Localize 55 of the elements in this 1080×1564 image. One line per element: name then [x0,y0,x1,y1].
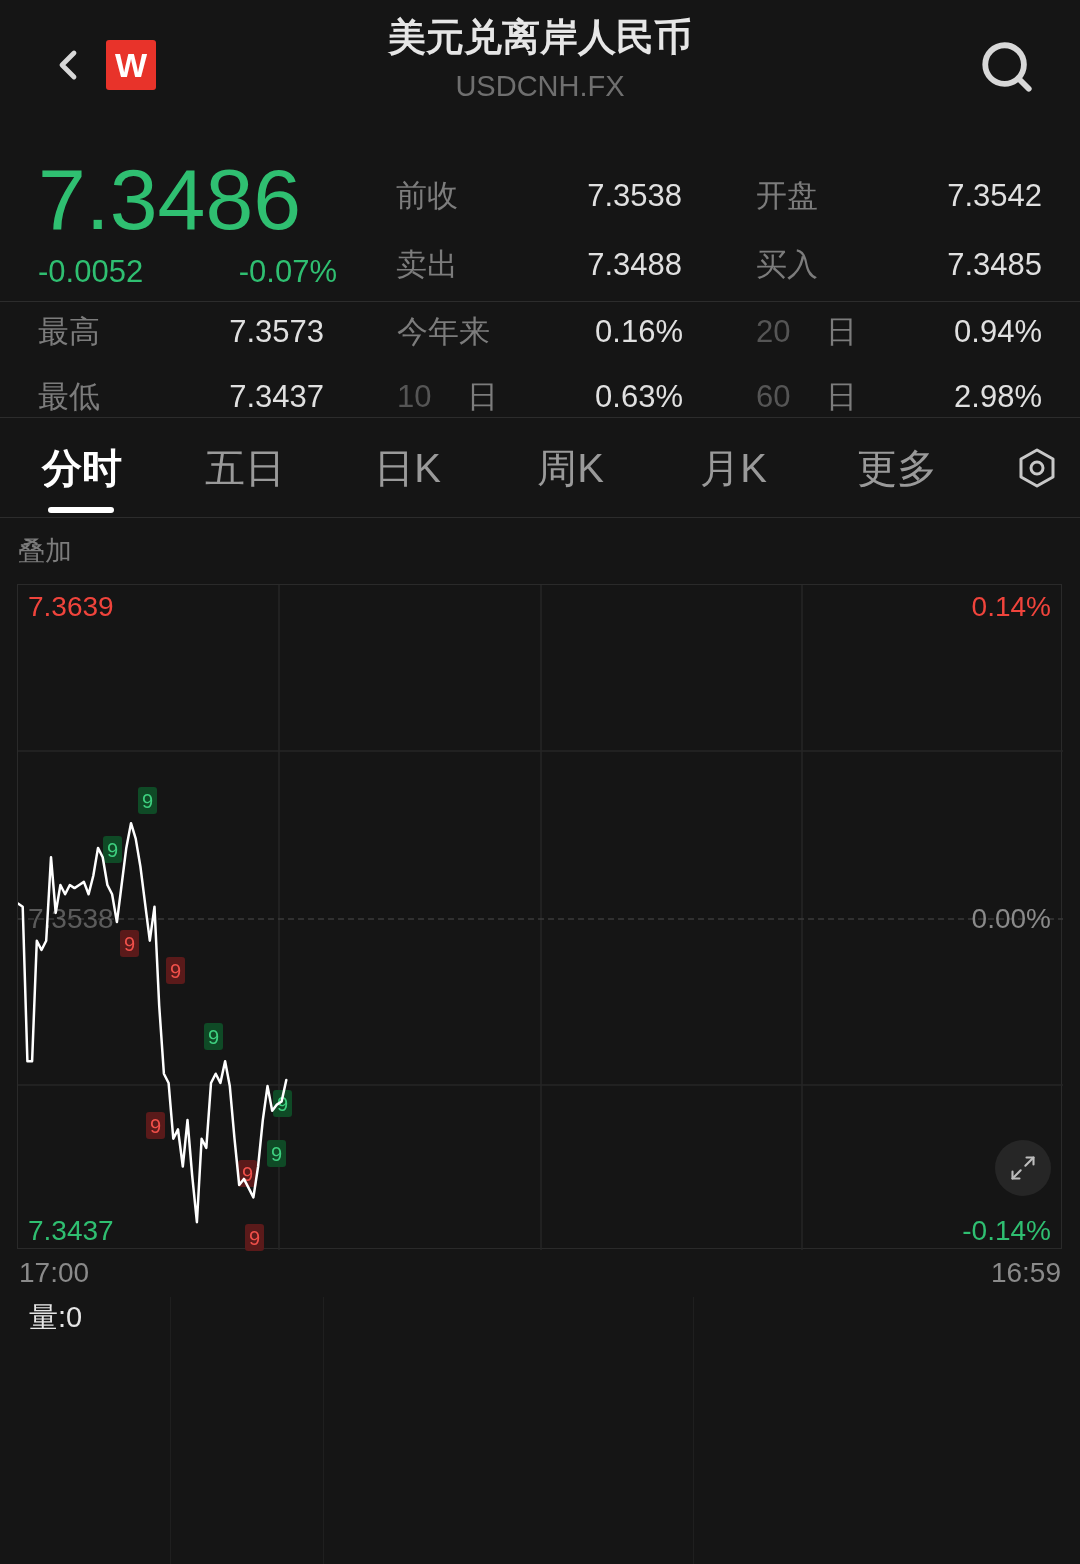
quote-value: 7.3538 [587,180,682,211]
quote-label: 买入 [756,249,818,280]
percent-axis-label: -0.14% [962,1217,1051,1246]
time-axis-label: 16:59 [990,1259,1061,1287]
stat-value: 0.94% [954,316,1042,351]
period-number: 20 [756,316,791,351]
chart-tab[interactable]: 日K [326,418,489,517]
percent-axis-label: 0.00% [971,905,1051,934]
period-number: 10 [397,380,432,416]
overlay-label: 叠加 [18,534,72,568]
chart-tab[interactable]: 分时 [0,418,163,517]
quote-label: 开盘 [756,180,818,211]
settings-icon [1018,447,1056,488]
quote-value: 7.3542 [947,180,1042,211]
period-unit: 日 [826,316,858,351]
period-number: 60 [756,380,791,416]
stat-label: 今年来 [397,316,490,351]
chart-tab[interactable]: 五日 [163,418,326,517]
signal-tag: 9 [267,1140,286,1167]
current-price: 7.3486 [38,156,303,242]
signal-tag: 9 [138,787,157,814]
signal-tag: 9 [120,930,139,957]
signal-tag: 9 [146,1112,165,1139]
volume-label: 量:0 [28,1300,84,1332]
stat-value: 0.16% [595,316,683,351]
quote-value: 7.3488 [587,249,682,280]
stat-value: 0.63% [595,380,683,416]
quote-label: 前收 [396,180,458,211]
expand-icon [1009,1154,1037,1182]
signal-tag: 9 [103,836,122,863]
price-axis-label: 7.3437 [28,1217,114,1246]
chart-tab[interactable]: 更多 [815,418,978,517]
symbol-code: USDCNH.FX [455,68,625,104]
quote-label: 卖出 [396,249,458,280]
page-title: 美元兑离岸人民币 [388,15,692,60]
signal-tag: 9 [166,957,185,984]
price-axis-label: 7.3639 [28,592,114,621]
stat-label: 最高 [38,316,100,351]
chart-tab[interactable]: 月K [652,418,815,517]
stat-label: 最低 [38,380,100,416]
chart-tab[interactable]: 周K [489,418,652,517]
signal-tag: 9 [204,1023,223,1050]
stat-value: 2.98% [954,380,1042,416]
period-unit: 日 [467,380,499,416]
time-axis-label: 17:00 [19,1259,90,1287]
period-unit: 日 [826,380,858,416]
price-change: -0.0052 [38,256,144,287]
app-logo: W [106,40,156,90]
stat-value: 7.3573 [229,316,324,351]
percent-axis-label: 0.14% [971,592,1051,621]
percent-change: -0.07% [238,256,337,287]
quote-value: 7.3485 [947,249,1042,280]
stat-value: 7.3437 [229,380,324,416]
fullscreen-button[interactable] [995,1140,1051,1196]
signal-tag: 9 [245,1224,264,1251]
